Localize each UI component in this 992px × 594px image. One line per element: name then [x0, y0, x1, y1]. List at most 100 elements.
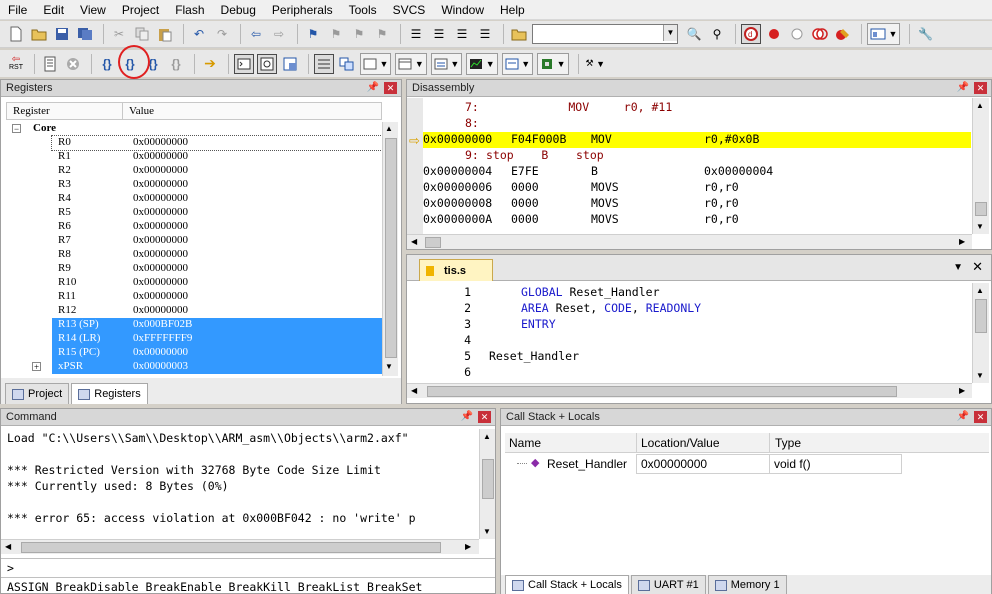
register-row[interactable]: R13 (SP) 0x000BF02B: [52, 318, 382, 332]
scroll-up-icon[interactable]: ▲: [483, 432, 491, 441]
call-stack-window-icon[interactable]: [337, 54, 357, 74]
close-icon[interactable]: ✕: [972, 259, 983, 275]
indent-icon[interactable]: ☰: [406, 24, 426, 44]
trace-window-dropdown[interactable]: ▼: [501, 52, 534, 75]
register-row[interactable]: R4 0x00000000: [6, 192, 382, 206]
pin-icon[interactable]: 📌: [367, 82, 379, 93]
value-column-header[interactable]: Value: [129, 105, 154, 117]
watch-window-dropdown[interactable]: ▼: [360, 52, 392, 75]
register-value[interactable]: 0x00000000: [133, 178, 188, 190]
paste-icon[interactable]: [155, 24, 175, 44]
register-value[interactable]: 0xFFFFFFF9: [133, 332, 192, 344]
clear-bookmarks-icon[interactable]: ⚑: [372, 24, 392, 44]
new-file-icon[interactable]: [6, 24, 26, 44]
open-folder-icon[interactable]: [29, 24, 49, 44]
source-line[interactable]: 4: [411, 333, 971, 349]
register-value[interactable]: 0x00000000: [133, 164, 188, 176]
column-divider[interactable]: [769, 433, 770, 453]
registers-window-icon[interactable]: [314, 53, 334, 74]
disassembly-window-icon[interactable]: [257, 53, 277, 74]
location-column-header[interactable]: Location/Value: [641, 436, 720, 450]
menu-tools[interactable]: Tools: [341, 3, 385, 17]
run-to-cursor-button[interactable]: {}: [166, 54, 186, 74]
scroll-thumb[interactable]: [427, 386, 897, 397]
analysis-window-dropdown[interactable]: ▼: [466, 52, 498, 75]
command-window-icon[interactable]: [234, 53, 254, 74]
undo-icon[interactable]: ↶: [189, 24, 209, 44]
collapse-icon[interactable]: −: [12, 124, 21, 134]
instruction-row[interactable]: 0x00000004 E7FE B 0x00000004: [423, 164, 971, 180]
callstack-row[interactable]: ◆ Reset_Handler 0x00000000 void f(): [505, 454, 902, 474]
pin-icon[interactable]: 📌: [461, 411, 473, 422]
menu-file[interactable]: File: [0, 3, 35, 17]
find-icon[interactable]: 🔍: [684, 24, 704, 44]
editor-vscroll[interactable]: ▲ ▼: [972, 283, 989, 383]
scroll-up-icon[interactable]: ▲: [385, 124, 393, 133]
register-row[interactable]: R2 0x00000000: [6, 164, 382, 178]
comment-icon[interactable]: ☰: [452, 24, 472, 44]
prev-bookmark-icon[interactable]: ⚑: [326, 24, 346, 44]
redo-icon[interactable]: ↷: [212, 24, 232, 44]
enable-breakpoint-icon[interactable]: [787, 24, 807, 44]
column-divider[interactable]: [636, 433, 637, 453]
register-row[interactable]: R10 0x00000000: [6, 276, 382, 290]
uncomment-icon[interactable]: ☰: [475, 24, 495, 44]
kill-breakpoints-icon[interactable]: [833, 24, 853, 44]
menu-peripherals[interactable]: Peripherals: [264, 3, 341, 17]
register-value[interactable]: 0x00000000: [133, 234, 188, 246]
register-value[interactable]: 0x00000000: [133, 192, 188, 204]
menu-svcs[interactable]: SVCS: [385, 3, 434, 17]
scroll-thumb[interactable]: [975, 202, 987, 216]
registers-scrollbar[interactable]: ▲ ▼: [382, 122, 398, 376]
source-line[interactable]: 3 ENTRY: [411, 317, 971, 333]
scroll-up-icon[interactable]: ▲: [976, 101, 984, 110]
scroll-down-icon[interactable]: ▼: [483, 527, 491, 536]
source-line[interactable]: 2 AREA Reset, CODE, READONLY: [411, 301, 971, 317]
register-value[interactable]: 0x00000000: [133, 248, 188, 260]
menu-flash[interactable]: Flash: [167, 3, 212, 17]
tab-list-dropdown-icon[interactable]: ▼: [953, 262, 963, 273]
register-row[interactable]: R8 0x00000000: [6, 248, 382, 262]
expand-icon[interactable]: +: [32, 362, 41, 372]
system-viewer-dropdown[interactable]: ▼: [537, 52, 569, 75]
source-line[interactable]: 1 GLOBAL Reset_Handler: [411, 285, 971, 301]
menu-help[interactable]: Help: [492, 3, 533, 17]
register-value[interactable]: 0x00000000: [133, 276, 188, 288]
current-instruction-row[interactable]: 0x00000000 F04F000B MOV r0,#0x0B: [423, 132, 971, 148]
register-column-header[interactable]: Register: [13, 105, 50, 117]
close-icon[interactable]: ✕: [384, 82, 397, 94]
scroll-down-icon[interactable]: ▼: [976, 371, 984, 380]
register-row[interactable]: R7 0x00000000: [6, 234, 382, 248]
scroll-left-icon[interactable]: ◀: [5, 542, 11, 551]
insert-breakpoint-icon[interactable]: [764, 24, 784, 44]
tab-project[interactable]: Project: [5, 383, 70, 404]
menu-view[interactable]: View: [72, 3, 114, 17]
register-row[interactable]: R14 (LR) 0xFFFFFFF9: [52, 332, 382, 346]
menu-window[interactable]: Window: [433, 3, 492, 17]
register-row[interactable]: R1 0x00000000: [6, 150, 382, 164]
name-column-header[interactable]: Name: [509, 436, 541, 450]
type-column-header[interactable]: Type: [775, 436, 801, 450]
editor-content[interactable]: 1 GLOBAL Reset_Handler 2 AREA Reset, CODE, …: [411, 283, 971, 383]
core-group-row[interactable]: − Core: [6, 122, 382, 136]
scroll-thumb[interactable]: [385, 138, 397, 358]
reset-button[interactable]: ⇦ RST: [6, 54, 26, 74]
find-in-files-icon[interactable]: [509, 24, 529, 44]
scroll-down-icon[interactable]: ▼: [976, 222, 984, 231]
serial-window-dropdown[interactable]: ▼: [430, 52, 463, 75]
find-combo[interactable]: ▼: [532, 24, 678, 44]
register-value[interactable]: 0x00000000: [133, 220, 188, 232]
instruction-row[interactable]: 0x00000008 0000 MOVS r0,r0: [423, 196, 971, 212]
debug-session-icon[interactable]: d: [741, 24, 761, 44]
toolbox-dropdown[interactable]: ⚒ ▼: [584, 54, 608, 74]
register-value[interactable]: 0x00000000: [133, 262, 188, 274]
nav-forward-icon[interactable]: ⇨: [269, 24, 289, 44]
menu-edit[interactable]: Edit: [35, 3, 72, 17]
instruction-row[interactable]: 0x00000006 0000 MOVS r0,r0: [423, 180, 971, 196]
next-bookmark-icon[interactable]: ⚑: [349, 24, 369, 44]
save-all-icon[interactable]: [75, 24, 95, 44]
register-value[interactable]: 0x00000003: [133, 360, 188, 372]
register-row[interactable]: R9 0x00000000: [6, 262, 382, 276]
tab-uart-1[interactable]: UART #1: [630, 575, 706, 594]
tab-tis-s[interactable]: tis.s: [419, 259, 493, 281]
